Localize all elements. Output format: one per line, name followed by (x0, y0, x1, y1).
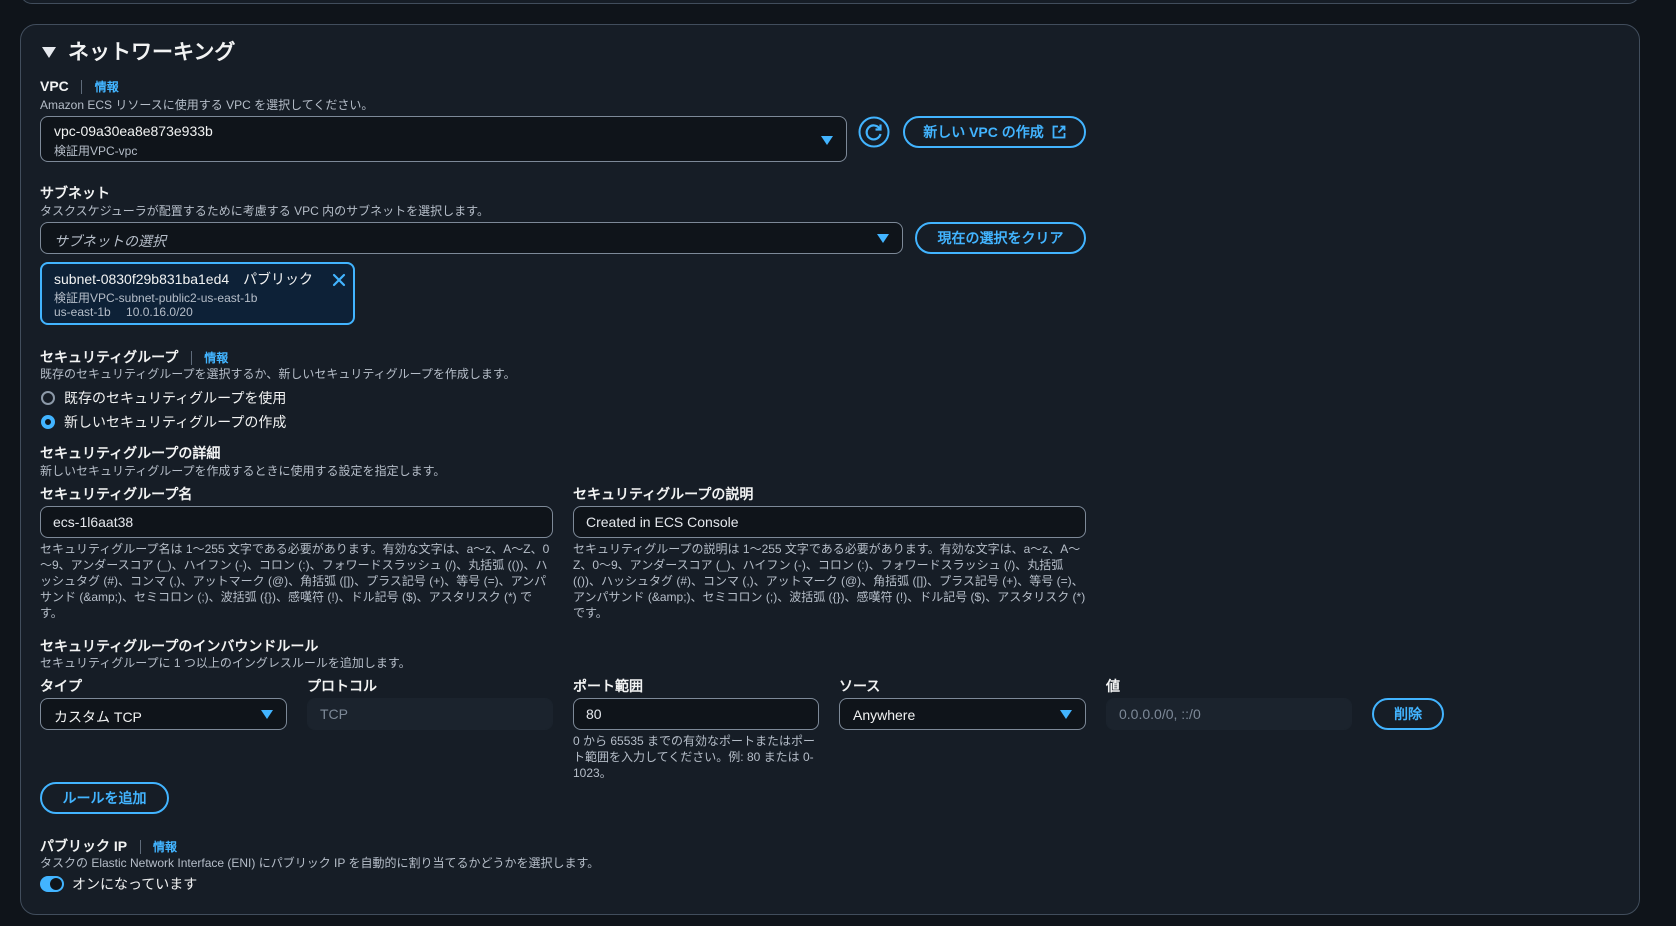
public-ip-toggle-label: オンになっています (72, 876, 198, 892)
divider (139, 839, 141, 854)
rule-source-value: Anywhere (853, 707, 916, 723)
col-source-label: ソース (839, 678, 881, 694)
delete-rule-label: 削除 (1394, 706, 1422, 722)
rule-port-input[interactable]: 80 (573, 698, 819, 730)
inbound-description: セキュリティグループに 1 つ以上のイングレスルールを追加します。 (40, 656, 411, 670)
radio-button[interactable] (41, 391, 55, 405)
col-protocol-label: プロトコル (307, 678, 377, 694)
previous-panel (20, 0, 1640, 4)
external-link-icon (1052, 125, 1066, 139)
public-ip-label: パブリック IP (40, 838, 128, 854)
sg-desc-label: セキュリティグループの説明 (573, 486, 754, 502)
rule-type-select[interactable]: カスタム TCP (40, 698, 287, 730)
refresh-icon (858, 116, 890, 148)
delete-rule-button[interactable]: 削除 (1372, 698, 1444, 730)
public-ip-info-link[interactable]: 情報 (153, 840, 177, 854)
section-header[interactable]: ネットワーキング (42, 36, 235, 66)
sg-option-existing-label: 既存のセキュリティグループを使用 (64, 390, 287, 406)
sg-info-link[interactable]: 情報 (204, 351, 228, 365)
section-title: ネットワーキング (68, 41, 236, 64)
refresh-button[interactable] (858, 116, 890, 148)
chevron-down-icon (877, 234, 889, 243)
toggle-switch[interactable] (40, 876, 64, 892)
subnet-select[interactable]: サブネットの選択 (40, 222, 903, 254)
sg-option-new[interactable]: 新しいセキュリティグループの作成 (41, 412, 286, 432)
create-vpc-button[interactable]: 新しい VPC の作成 (903, 116, 1086, 148)
subnet-token-id: subnet-0830f29b831ba1ed4 (54, 271, 230, 287)
clear-selection-label: 現在の選択をクリア (937, 230, 1064, 246)
sg-name-input[interactable]: ecs-1l6aat38 (40, 506, 553, 538)
col-type-label: タイプ (40, 678, 82, 694)
vpc-selected-id: vpc-09a30ea8e873e933b (54, 123, 213, 139)
chevron-down-icon (1060, 710, 1072, 719)
sg-label: セキュリティグループ (40, 349, 179, 365)
col-value-label: 値 (1106, 678, 1120, 694)
inbound-heading: セキュリティグループのインバウンドルール (40, 638, 319, 654)
add-rule-button[interactable]: ルールを追加 (40, 782, 169, 814)
sg-name-label: セキュリティグループ名 (40, 486, 193, 502)
divider (190, 350, 192, 365)
chevron-down-icon (261, 710, 273, 719)
rule-protocol-input: TCP (307, 698, 553, 730)
public-ip-label-row: パブリック IP 情報 (40, 836, 177, 856)
subnet-placeholder: サブネットの選択 (54, 233, 166, 249)
radio-button-selected[interactable] (41, 415, 55, 429)
close-icon[interactable] (331, 272, 347, 288)
vpc-selected-name: 検証用VPC-vpc (54, 144, 138, 158)
vpc-select[interactable]: vpc-09a30ea8e873e933b 検証用VPC-vpc (40, 116, 847, 162)
subnet-token-az: us-east-1b (54, 305, 111, 319)
sg-desc-help: セキュリティグループの説明は 1～255 文字である必要があります。有効な文字は… (573, 542, 1086, 620)
vpc-label-row: VPC 情報 (40, 78, 119, 96)
sg-option-existing[interactable]: 既存のセキュリティグループを使用 (41, 388, 286, 408)
divider (81, 79, 83, 94)
vpc-label: VPC (40, 78, 69, 94)
sg-desc-input[interactable]: Created in ECS Console (573, 506, 1086, 538)
public-ip-toggle[interactable]: オンになっています (40, 874, 197, 894)
rule-source-select[interactable]: Anywhere (839, 698, 1086, 730)
sg-details-heading: セキュリティグループの詳細 (40, 445, 221, 461)
subnet-token-name: 検証用VPC-subnet-public2-us-east-1b (54, 291, 258, 305)
sg-option-new-label: 新しいセキュリティグループの作成 (64, 414, 287, 430)
subnet-token-cidr: 10.0.16.0/20 (126, 305, 193, 319)
clear-selection-button[interactable]: 現在の選択をクリア (915, 222, 1086, 254)
subnet-token: subnet-0830f29b831ba1ed4 パブリック 検証用VPC-su… (40, 262, 355, 325)
rule-value-input: 0.0.0.0/0, ::/0 (1106, 698, 1352, 730)
subnet-token-meta: us-east-1b 10.0.16.0/20 (54, 305, 193, 319)
rule-type-value: カスタム TCP (54, 709, 142, 725)
subnet-token-title: subnet-0830f29b831ba1ed4 パブリック (54, 269, 313, 289)
caret-down-icon (42, 46, 56, 58)
sg-name-help: セキュリティグループ名は 1～255 文字である必要があります。有効な文字は、a… (40, 542, 550, 620)
vpc-info-link[interactable]: 情報 (95, 80, 119, 94)
col-port-label: ポート範囲 (573, 678, 643, 694)
subnet-token-type: パブリック (243, 271, 314, 287)
toggle-knob (50, 878, 62, 890)
add-rule-label: ルールを追加 (62, 790, 147, 806)
rule-port-help: 0 から 65535 までの有効なポートまたはポート範囲を入力してください。例:… (573, 734, 816, 780)
chevron-down-icon (821, 136, 833, 145)
sg-details-description: 新しいセキュリティグループを作成するときに使用する設定を指定します。 (40, 464, 446, 478)
sg-label-row: セキュリティグループ 情報 (40, 347, 228, 367)
sg-description: 既存のセキュリティグループを選択するか、新しいセキュリティグループを作成します。 (40, 367, 516, 381)
subnet-label: サブネット (40, 185, 110, 201)
public-ip-description: タスクの Elastic Network Interface (ENI) にパブ… (40, 856, 600, 870)
subnet-description: タスクスケジューラが配置するために考慮する VPC 内のサブネットを選択します。 (40, 204, 489, 218)
create-vpc-label: 新しい VPC の作成 (923, 124, 1044, 140)
vpc-description: Amazon ECS リソースに使用する VPC を選択してください。 (40, 98, 374, 112)
